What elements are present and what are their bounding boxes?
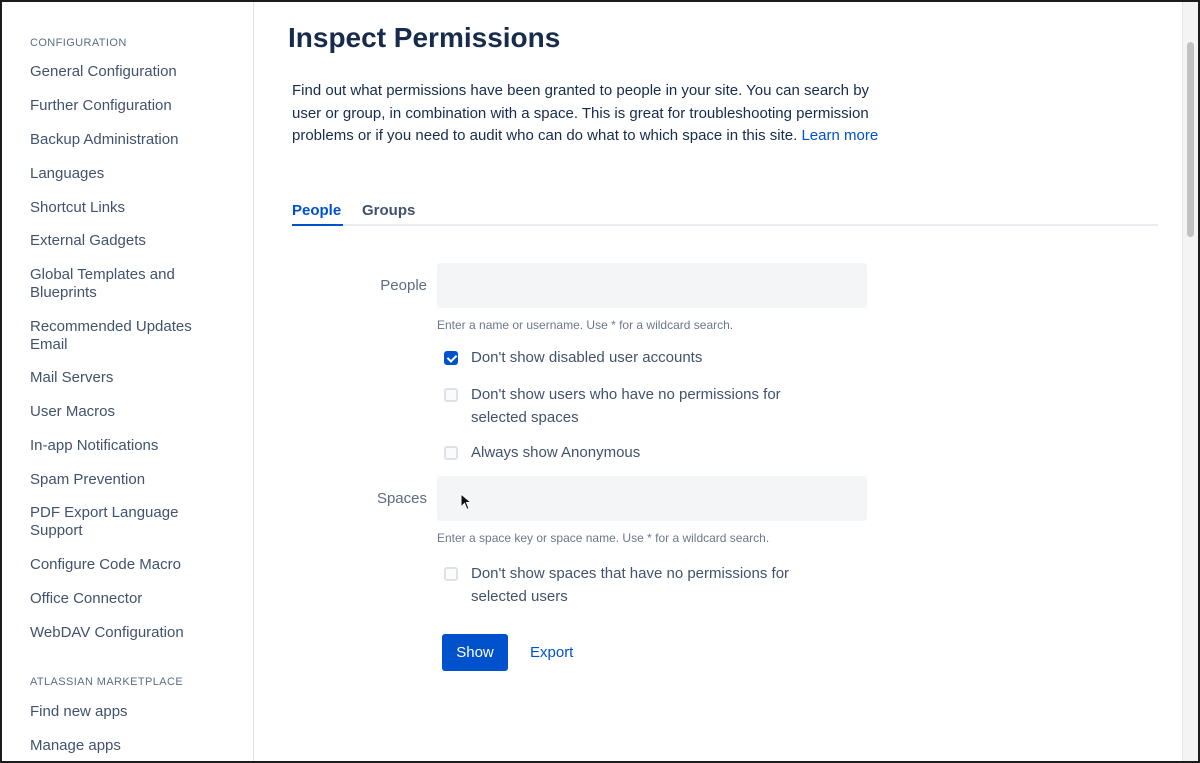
checkbox-label: Don't show spaces that have no permissio… bbox=[471, 565, 790, 582]
intro-text: Find out what permissions have been gran… bbox=[292, 82, 870, 144]
checkbox-unchecked-icon[interactable] bbox=[444, 567, 458, 581]
sidebar-item-global-templates[interactable]: Global Templates and Blueprints bbox=[30, 266, 205, 302]
checkbox-label-line2: selected spaces bbox=[471, 409, 579, 426]
sidebar-item-in-app-notifications[interactable]: In-app Notifications bbox=[30, 437, 230, 455]
checkbox-unchecked-icon[interactable] bbox=[444, 388, 458, 402]
sidebar-item-find-new-apps[interactable]: Find new apps bbox=[30, 703, 230, 721]
checkbox-label-line2: selected users bbox=[471, 588, 568, 605]
sidebar-item-external-gadgets[interactable]: External Gadgets bbox=[30, 232, 230, 250]
sidebar-item-pdf-export-language-support[interactable]: PDF Export Language Support bbox=[30, 504, 205, 540]
people-help-text: Enter a name or username. Use * for a wi… bbox=[437, 318, 734, 332]
sidebar-item-shortcut-links[interactable]: Shortcut Links bbox=[30, 199, 230, 217]
tab-people[interactable]: People bbox=[292, 202, 341, 219]
sidebar-item-user-macros[interactable]: User Macros bbox=[30, 403, 230, 421]
people-field-label: People bbox=[380, 277, 427, 294]
checkbox-checked-icon[interactable] bbox=[444, 351, 458, 365]
spaces-help-text: Enter a space key or space name. Use * f… bbox=[437, 531, 770, 545]
people-input[interactable] bbox=[437, 263, 867, 308]
checkbox-label: Always show Anonymous bbox=[471, 444, 641, 461]
tab-groups[interactable]: Groups bbox=[362, 202, 415, 219]
checkbox-label: Don't show disabled user accounts bbox=[471, 349, 703, 366]
sidebar-item-manage-apps[interactable]: Manage apps bbox=[30, 737, 230, 755]
sidebar-item-configure-code-macro[interactable]: Configure Code Macro bbox=[30, 556, 230, 574]
show-button[interactable]: Show bbox=[442, 634, 508, 671]
export-link[interactable]: Export bbox=[530, 644, 573, 661]
scrollbar-thumb[interactable] bbox=[1187, 42, 1194, 237]
sidebar-item-office-connector[interactable]: Office Connector bbox=[30, 590, 230, 608]
sidebar-item-general-configuration[interactable]: General Configuration bbox=[30, 63, 230, 81]
active-tab-indicator bbox=[292, 224, 343, 226]
vertical-scrollbar[interactable] bbox=[1182, 2, 1198, 761]
main-content: Inspect Permissions Find out what permis… bbox=[255, 2, 1198, 763]
sidebar-item-further-configuration[interactable]: Further Configuration bbox=[30, 97, 230, 115]
sidebar-item-languages[interactable]: Languages bbox=[30, 165, 230, 183]
sidebar-item-backup-administration[interactable]: Backup Administration bbox=[30, 131, 230, 149]
spaces-input[interactable] bbox=[437, 476, 867, 521]
intro-paragraph: Find out what permissions have been gran… bbox=[292, 80, 892, 148]
learn-more-link[interactable]: Learn more bbox=[801, 127, 878, 144]
sidebar-item-recommended-updates-email[interactable]: Recommended Updates Email bbox=[30, 318, 220, 354]
sidebar-heading-configuration: CONFIGURATION bbox=[30, 37, 127, 49]
sidebar-heading-marketplace: ATLASSIAN MARKETPLACE bbox=[30, 676, 184, 688]
tab-bar: People Groups bbox=[292, 200, 1158, 226]
page-title: Inspect Permissions bbox=[288, 22, 561, 53]
mouse-pointer-icon bbox=[460, 493, 473, 511]
sidebar-item-webdav-configuration[interactable]: WebDAV Configuration bbox=[30, 624, 230, 642]
sidebar-item-spam-prevention[interactable]: Spam Prevention bbox=[30, 471, 230, 489]
admin-sidebar: CONFIGURATION General Configuration Furt… bbox=[2, 2, 254, 763]
spaces-field-label: Spaces bbox=[376, 490, 427, 507]
sidebar-item-mail-servers[interactable]: Mail Servers bbox=[30, 369, 230, 387]
checkbox-label: Don't show users who have no permissions… bbox=[471, 386, 781, 403]
checkbox-unchecked-icon[interactable] bbox=[444, 446, 458, 460]
